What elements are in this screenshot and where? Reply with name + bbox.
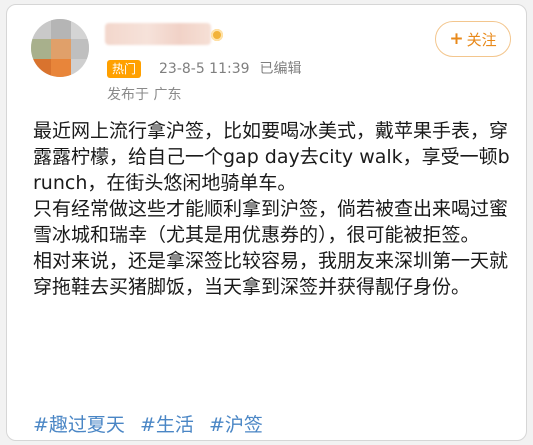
post-location: 发布于 广东 [107, 87, 182, 103]
follow-button[interactable]: + 关注 [435, 21, 511, 57]
username-blurred[interactable] [105, 23, 211, 45]
post-paragraph: 只有经常做这些才能顺利拿到沪签，倘若被查出来喝过蜜雪冰城和瑞幸（尤其是用优惠券的… [33, 198, 509, 246]
post-meta: 23-8-5 11:39 已编辑 [159, 58, 302, 78]
hashtag-link[interactable]: #生活 [140, 414, 194, 436]
post-timestamp: 23-8-5 11:39 [159, 61, 250, 77]
post-paragraph: 最近网上流行拿沪签，比如要喝冰美式，戴苹果手表，穿露露柠檬，给自己一个gap d… [33, 120, 510, 194]
member-badge-icon [211, 29, 223, 41]
hashtag-link[interactable]: #沪签 [209, 414, 263, 436]
plus-icon: + [449, 29, 464, 49]
post-text: 最近网上流行拿沪签，比如要喝冰美式，戴苹果手表，穿露露柠檬，给自己一个gap d… [33, 118, 511, 300]
hot-tag: 热门 [107, 60, 142, 78]
weibo-post-card: 热门 23-8-5 11:39 已编辑 发布于 广东 + 关注 最近网上流行拿沪签… [6, 4, 527, 441]
edited-label[interactable]: 已编辑 [260, 61, 302, 77]
hashtag-list: #趣过夏天 #生活 #沪签 [33, 413, 272, 437]
hashtag-link[interactable]: #趣过夏天 [33, 414, 125, 436]
post-paragraph: 相对来说，还是拿深签比较容易，我朋友来深圳第一天就穿拖鞋去买猪脚饭，当天拿到深签… [33, 250, 509, 298]
follow-label: 关注 [466, 30, 497, 49]
user-avatar[interactable] [31, 19, 89, 77]
